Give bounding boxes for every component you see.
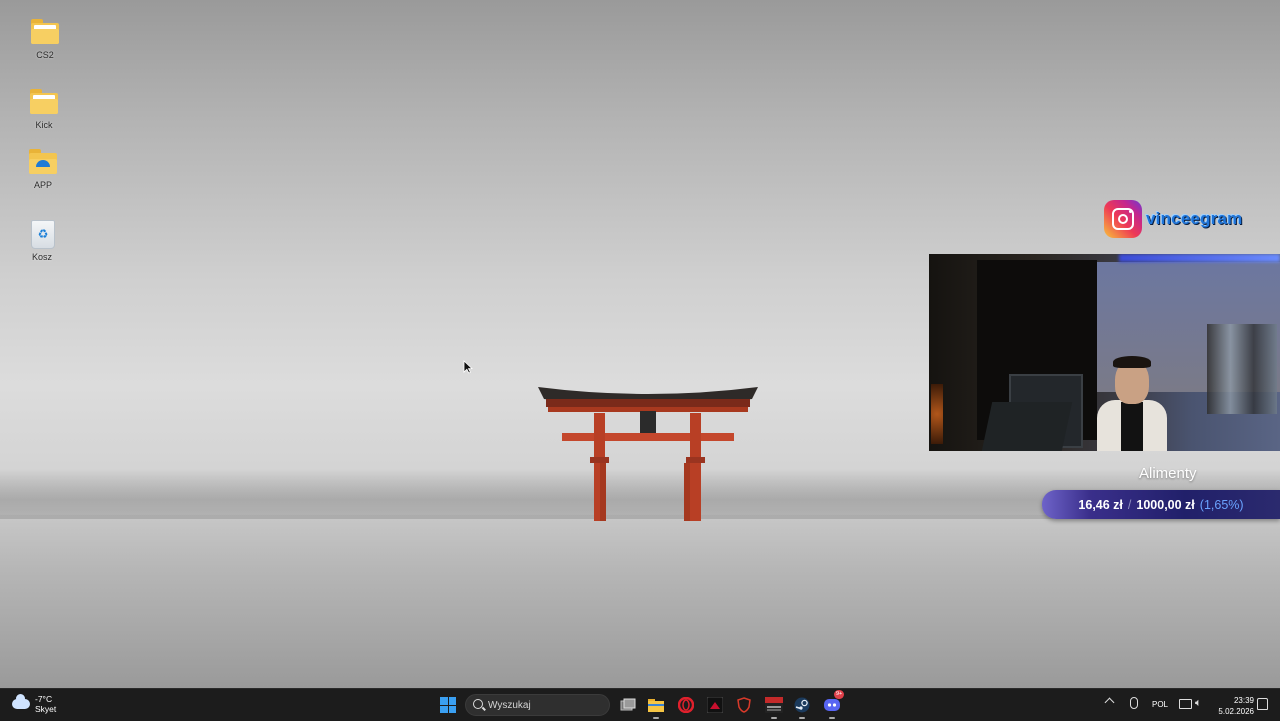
windows-start-icon[interactable] (440, 697, 456, 713)
tray-time: 23:39 (1233, 696, 1254, 705)
dark-app-icon (707, 697, 723, 713)
taskbar-app-voicemeeter[interactable] (762, 694, 786, 719)
goal-progress-bar: 16,46 zł / 1000,00 zł (1,65%) (1042, 490, 1280, 519)
goal-separator: / (1127, 497, 1132, 512)
taskbar-app-opera[interactable] (674, 694, 698, 716)
steam-icon (794, 697, 810, 713)
weather-widget[interactable]: -7°C Skyet (12, 694, 56, 714)
goal-target: 1000,00 zł (1136, 497, 1195, 512)
goal-percent: (1,65%) (1199, 497, 1244, 512)
mouse-cursor-icon (463, 360, 473, 374)
folder-app-icon (27, 148, 59, 176)
goal-current: 16,46 zł (1078, 497, 1123, 512)
taskbar-search[interactable] (465, 694, 610, 716)
taskbar-app-dark[interactable] (703, 694, 727, 716)
wallpaper-water (0, 519, 1280, 688)
taskbar-app-file-explorer[interactable] (644, 694, 668, 719)
cloud-icon (12, 694, 30, 709)
tray-language[interactable]: POL (1152, 700, 1168, 709)
tray-chevron-up-icon[interactable] (1104, 697, 1115, 708)
folder-icon (648, 698, 664, 712)
instagram-overlay: vinceegram (1104, 200, 1243, 238)
weather-condition: Skyet (35, 704, 57, 714)
goal-title: Alimenty (1139, 465, 1197, 482)
taskbar-app-task-view[interactable] (616, 694, 640, 716)
desktop-icon-label: Kick (35, 120, 53, 130)
desktop-icon-kick[interactable]: Kick (14, 88, 74, 130)
recycle-bin-icon: ♻ (26, 220, 58, 249)
taskbar-app-discord[interactable]: 9+ (820, 690, 845, 719)
microphone-icon[interactable] (1130, 697, 1138, 709)
voicemeeter-icon (765, 697, 783, 713)
tray-clock[interactable]: 23:39 5.02.2026 (1214, 695, 1254, 717)
desktop-icon-label: APP (33, 180, 52, 190)
taskbar-app-steam[interactable] (790, 694, 814, 719)
instagram-handle: vinceegram (1146, 209, 1243, 228)
weather-temperature: -7°C (35, 694, 53, 704)
network-icon[interactable] (1179, 699, 1192, 709)
folder-icon (28, 88, 60, 116)
shield-icon (737, 697, 751, 713)
webcam-feed (929, 254, 1280, 451)
streamer (1097, 354, 1167, 451)
taskbar-app-shield[interactable] (732, 694, 756, 716)
volume-icon[interactable]: 🔈︎ (1195, 697, 1202, 710)
desktop-icon-cs2[interactable]: CS2 (15, 18, 75, 60)
desktop-icon-label: Kosz (31, 252, 52, 262)
opera-icon (678, 697, 694, 713)
discord-icon (824, 699, 840, 711)
search-input[interactable] (488, 697, 603, 713)
notification-icon[interactable] (1257, 698, 1268, 710)
discord-badge: 9+ (834, 690, 845, 699)
torii-gate-image (538, 387, 758, 521)
search-icon (473, 699, 483, 709)
tray-date: 5.02.2026 (1218, 707, 1254, 716)
folder-icon (29, 18, 61, 46)
taskbar: -7°C Skyet Wyszukaj 9+ POL 🔈︎ 23:39 5.02… (0, 688, 1280, 721)
task-view-icon (620, 698, 636, 711)
desktop-icon-label: CS2 (36, 50, 54, 60)
desktop-icon-app[interactable]: APP (13, 148, 73, 190)
desktop-icon-recycle-bin[interactable]: ♻ Kosz (12, 220, 72, 262)
instagram-icon (1104, 200, 1142, 238)
